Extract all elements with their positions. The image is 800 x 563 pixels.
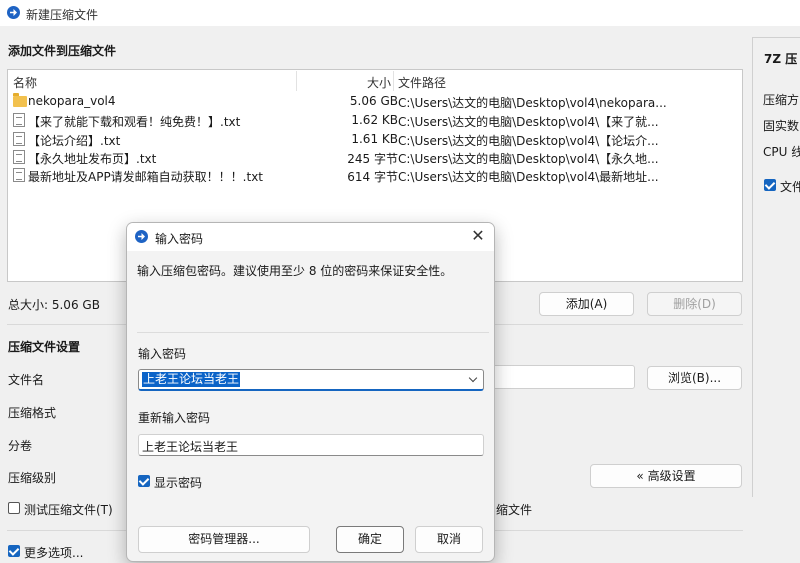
more-options-checkbox[interactable] [8,545,20,557]
dialog-title-bar: 输入密码 ✕ [127,223,494,251]
panel-line: 固实数 [763,119,800,133]
split-label: 分卷 [8,439,33,453]
filename-label: 文件名 [8,373,45,387]
filename-field[interactable] [480,365,635,389]
file-path: C:\Users\达文的电脑\Desktop\vol4\【论坛介... [398,134,659,148]
file-row[interactable]: 【论坛介绍】.txt 1.61 KB C:\Users\达文的电脑\Deskto… [8,130,742,148]
file-name: 【来了就能下载和观看！纯免费！】.txt [28,115,241,129]
close-icon[interactable]: ✕ [470,228,486,244]
file-path: C:\Users\达文的电脑\Desktop\vol4\nekopara... [398,96,667,110]
add-files-heading: 添加文件到压缩文件 [8,44,117,58]
compression-settings-heading: 压缩文件设置 [8,340,81,354]
show-password-label: 显示密码 [154,476,203,490]
total-size: 总大小: 5.06 GB [8,298,100,312]
reenter-password-label: 重新输入密码 [138,411,211,425]
file-size: 245 字节 [347,152,398,166]
window-title-bar: 新建压缩文件 [0,0,800,26]
file-row[interactable]: nekopara_vol4 5.06 GB C:\Users\达文的电脑\Des… [8,92,742,110]
panel-checkbox-label: 文件 [780,180,800,194]
reenter-password-value: 上老王论坛当老王 [142,440,239,454]
browse-button[interactable]: 浏览(B)... [647,366,742,390]
text-file-icon [13,168,25,182]
password-label: 输入密码 [138,347,187,361]
panel-title: 7Z 压 [764,52,798,66]
more-options-label[interactable]: 更多选项... [24,544,83,561]
cancel-button[interactable]: 取消 [415,526,483,553]
text-file-icon [13,132,25,146]
option-label-partial: 缩文件 [496,503,533,517]
chevron-down-icon[interactable] [467,374,479,386]
file-size: 614 字节 [347,170,398,184]
file-name: 【论坛介绍】.txt [28,134,121,148]
reenter-password-input[interactable]: 上老王论坛当老王 [138,434,484,456]
file-row[interactable]: 【来了就能下载和观看！纯免费！】.txt 1.62 KB C:\Users\达文… [8,111,742,129]
file-row[interactable]: 【永久地址发布页】.txt 245 字节 C:\Users\达文的电脑\Desk… [8,148,742,166]
file-path: C:\Users\达文的电脑\Desktop\vol4\【来了就... [398,115,659,129]
compression-level-label: 压缩级别 [8,471,57,485]
password-manager-button[interactable]: 密码管理器... [138,526,310,553]
format-options-panel: 7Z 压 压缩方 固实数 CPU 线 文件 [752,37,800,497]
delete-button[interactable]: 删除(D) [647,292,742,316]
file-size: 1.62 KB [351,113,398,127]
dialog-title: 输入密码 [155,232,204,246]
column-header-path[interactable]: 文件路径 [398,74,446,91]
password-input[interactable]: 上老王论坛当老王 [138,369,484,391]
file-name: nekopara_vol4 [28,94,116,108]
file-size: 5.06 GB [349,94,398,108]
file-path: C:\Users\达文的电脑\Desktop\vol4\最新地址... [398,170,659,184]
file-size: 1.61 KB [351,132,398,146]
file-row[interactable]: 最新地址及APP请发邮箱自动获取！！！.txt 614 字节 C:\Users\… [8,166,742,184]
folder-icon [13,93,27,107]
dialog-description: 输入压缩包密码。建议使用至少 8 位的密码来保证安全性。 [137,264,453,278]
file-name: 【永久地址发布页】.txt [28,152,157,166]
panel-line: 压缩方 [763,93,800,107]
file-path: C:\Users\达文的电脑\Desktop\vol4\【永久地... [398,152,659,166]
password-dialog: 输入密码 ✕ 输入压缩包密码。建议使用至少 8 位的密码来保证安全性。 输入密码… [126,222,495,562]
text-file-icon [13,113,25,127]
add-button[interactable]: 添加(A) [539,292,634,316]
column-header-size[interactable]: 大小 [367,74,391,91]
text-file-icon [13,150,25,164]
ok-button[interactable]: 确定 [336,526,404,553]
panel-line: CPU 线 [763,145,800,159]
column-header-name[interactable]: 名称 [13,74,37,91]
column-divider[interactable] [393,71,394,91]
advanced-settings-button[interactable]: « 高级设置 [590,464,742,488]
dialog-divider [137,332,489,333]
file-name: 最新地址及APP请发邮箱自动获取！！！.txt [28,170,264,184]
password-value: 上老王论坛当老王 [142,372,241,387]
test-archive-label: 测试压缩文件(T) [24,503,113,517]
window-title: 新建压缩文件 [26,8,99,22]
app-logo-icon [7,6,20,19]
test-archive-checkbox[interactable] [8,502,20,514]
column-divider[interactable] [296,71,297,91]
dialog-app-icon [135,230,148,243]
show-password-checkbox[interactable] [138,475,150,487]
format-label: 压缩格式 [8,406,57,420]
panel-checkbox[interactable] [764,179,776,191]
